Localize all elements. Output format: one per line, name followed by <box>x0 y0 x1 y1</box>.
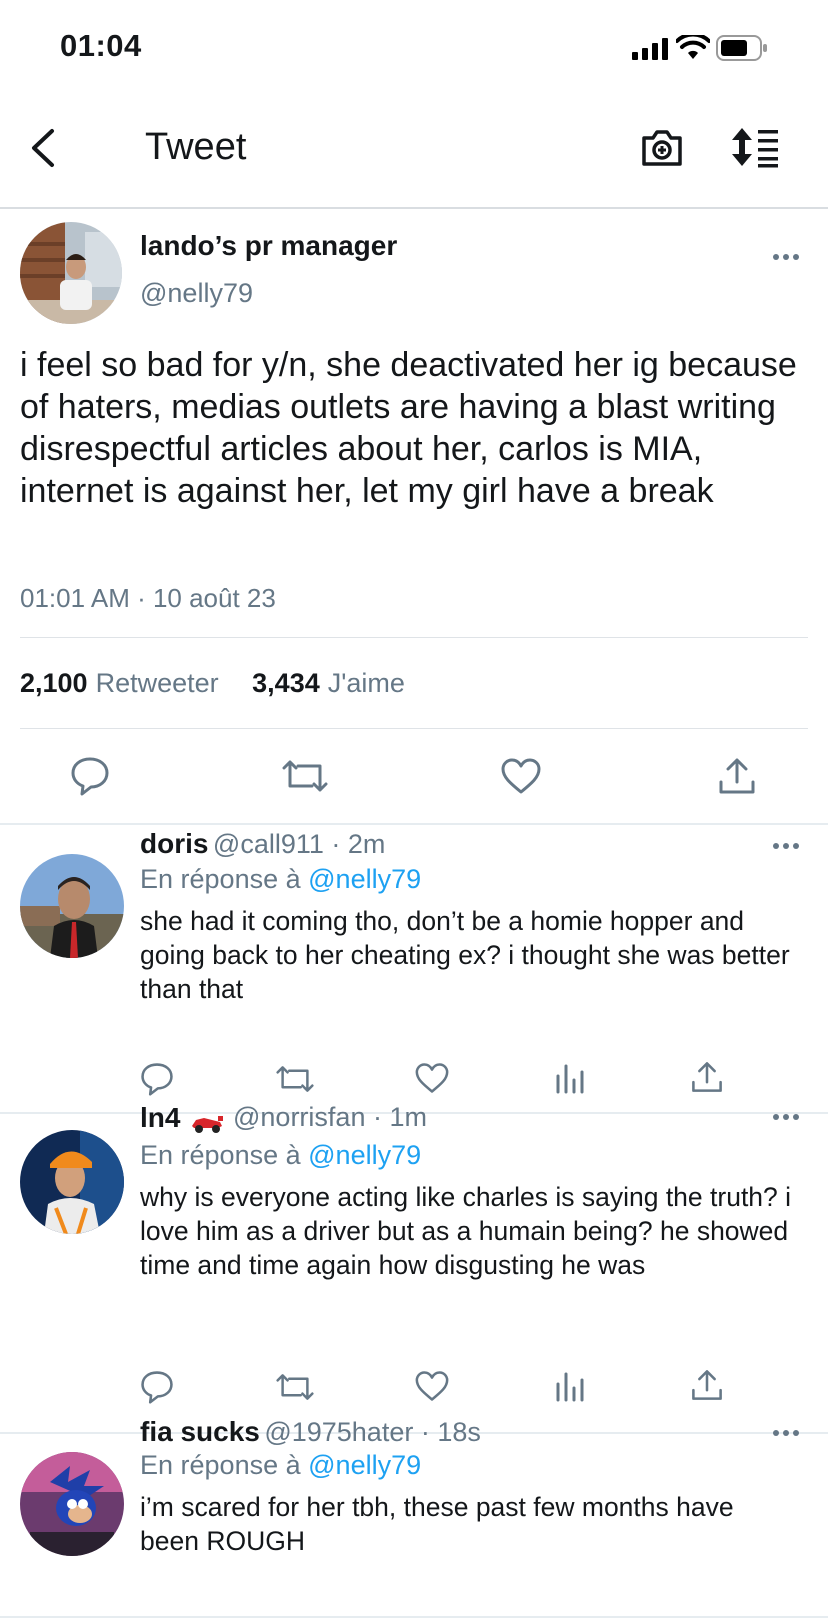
chevron-left-icon[interactable] <box>28 128 58 168</box>
heart-icon[interactable] <box>414 1062 450 1094</box>
in-reply-label: En réponse à <box>140 1140 301 1170</box>
cellular-signal-icon <box>632 37 670 61</box>
retweet-icon[interactable] <box>276 1064 314 1094</box>
camera-icon[interactable] <box>640 126 684 168</box>
divider <box>20 728 808 729</box>
reply-author-name[interactable]: ln4 <box>140 1102 180 1133</box>
avatar[interactable] <box>20 222 122 324</box>
reply-text: i’m scared for her tbh, these past few m… <box>140 1492 734 1556</box>
avatar[interactable] <box>20 854 124 958</box>
reply-author-handle-time[interactable]: @1975hater · 18s <box>264 1417 481 1447</box>
race-car-icon <box>190 1112 224 1134</box>
reply-author-handle-time[interactable]: @call911 · 2m <box>213 829 385 859</box>
likes-count[interactable]: 3,434 <box>252 668 320 698</box>
heart-icon[interactable] <box>500 757 542 795</box>
reply-text: why is everyone acting like charles is s… <box>140 1182 792 1280</box>
avatar[interactable] <box>20 1452 124 1556</box>
divider <box>20 637 808 638</box>
reply-author-name[interactable]: fia sucks <box>140 1416 260 1447</box>
retweets-label[interactable]: Retweeter <box>96 668 219 698</box>
more-icon[interactable] <box>772 253 800 261</box>
in-reply-handle[interactable]: @nelly79 <box>308 1140 421 1170</box>
tweet-timestamp: 01:01 AM · 10 août 23 <box>20 583 276 613</box>
share-icon[interactable] <box>690 1368 724 1402</box>
navbar-divider <box>0 207 828 209</box>
reply-author-name[interactable]: doris <box>140 828 208 859</box>
more-icon[interactable] <box>772 1429 800 1437</box>
reply-tweet[interactable]: fia sucks @1975hater · 18s En réponse à … <box>0 1416 828 1621</box>
wifi-icon <box>676 35 710 61</box>
battery-icon <box>716 35 768 61</box>
more-icon[interactable] <box>772 1113 800 1121</box>
author-name[interactable]: lando’s pr manager <box>140 230 397 262</box>
retweets-count[interactable]: 2,100 <box>20 668 88 698</box>
analytics-icon[interactable] <box>555 1370 585 1402</box>
share-icon[interactable] <box>690 1060 724 1094</box>
heart-icon[interactable] <box>414 1370 450 1402</box>
page-title: Tweet <box>145 126 247 168</box>
reply-tweet[interactable]: ln4 @norrisfan · 1m En réponse à @nelly7… <box>0 1102 828 1432</box>
in-reply-label: En réponse à <box>140 1450 301 1480</box>
reply-icon[interactable] <box>70 756 110 796</box>
tweet-text: i feel so bad for y/n, she deactivated h… <box>20 346 797 510</box>
in-reply-handle[interactable]: @nelly79 <box>308 1450 421 1480</box>
reply-icon[interactable] <box>140 1062 174 1096</box>
divider <box>0 1616 828 1618</box>
tweet-stats: 2,100 Retweeter 3,434 J'aime <box>20 668 405 699</box>
likes-label[interactable]: J'aime <box>328 668 405 698</box>
author-handle[interactable]: @nelly79 <box>140 278 253 309</box>
avatar[interactable] <box>20 1130 124 1234</box>
share-icon[interactable] <box>717 756 757 796</box>
retweet-icon[interactable] <box>276 1372 314 1402</box>
analytics-icon[interactable] <box>555 1062 585 1094</box>
status-time: 01:04 <box>60 28 142 63</box>
reply-text: she had it coming tho, don’t be a homie … <box>140 906 790 1004</box>
retweet-icon[interactable] <box>282 758 328 794</box>
reply-icon[interactable] <box>140 1370 174 1404</box>
in-reply-label: En réponse à <box>140 864 301 894</box>
sort-icon[interactable] <box>730 126 780 168</box>
reply-author-handle-time[interactable]: @norrisfan · 1m <box>233 1102 427 1132</box>
more-icon[interactable] <box>772 842 800 850</box>
reply-tweet[interactable]: doris @call911 · 2m En réponse à @nelly7… <box>0 824 828 1114</box>
in-reply-handle[interactable]: @nelly79 <box>308 864 421 894</box>
